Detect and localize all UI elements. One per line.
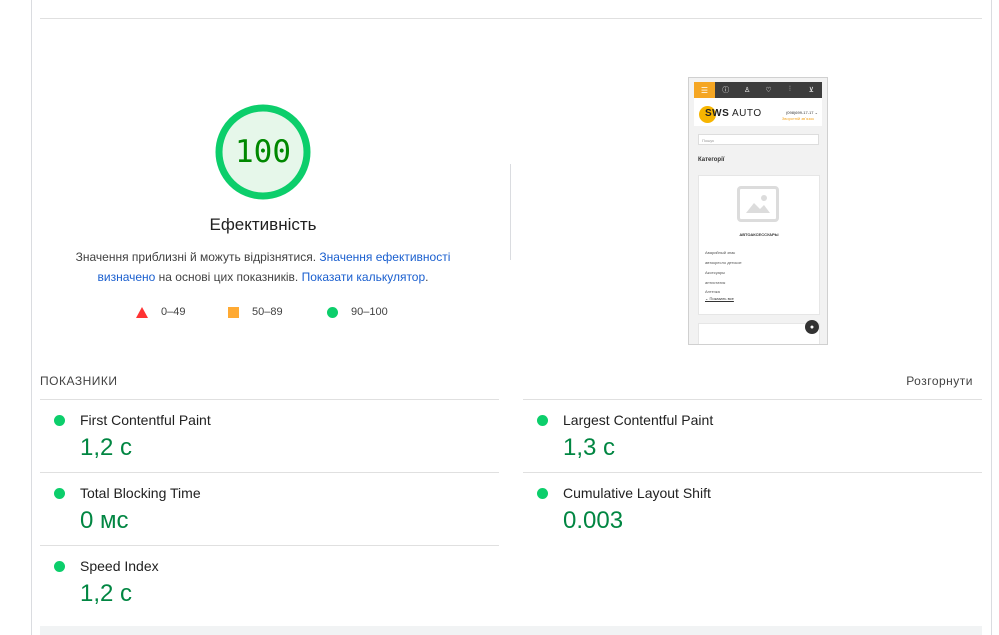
metric-name: Speed Index — [80, 558, 159, 574]
metric-name: Total Blocking Time — [80, 485, 201, 501]
thumb-logo: SWS AUTO — [705, 108, 762, 119]
thumb-phone: (098)699-17-17 ⌄ — [785, 110, 818, 115]
calculator-link[interactable]: Показати калькулятор — [302, 270, 426, 284]
expand-metrics-button[interactable]: Розгорнути — [906, 374, 973, 388]
thumb-category-card: АВТОАКСЕССУАРЫ Аварийный знак автокресло… — [698, 175, 820, 315]
thumb-item: Аварийный знак — [705, 250, 736, 255]
legend-item-pass: 90–100 — [327, 306, 388, 318]
cart-icon: ⊻ — [808, 87, 814, 94]
vertical-divider — [510, 164, 511, 260]
thumb-item: Аксесуары — [705, 270, 725, 275]
metric-value: 1,2 с — [80, 434, 133, 461]
metric-value: 0.003 — [563, 507, 624, 534]
metric-name: Largest Contentful Paint — [563, 412, 714, 428]
info-icon: ⓘ — [722, 87, 730, 94]
bottom-bar — [40, 626, 982, 635]
legend-range: 0–49 — [161, 306, 186, 318]
thumb-header: SWS AUTO (098)699-17-17 ⌄ Зворотній звʼя… — [694, 98, 822, 126]
metric-cumulative-layout-shift: Cumulative Layout Shift 0.003 — [523, 472, 982, 546]
heart-icon: ♡ — [765, 87, 772, 94]
top-divider — [40, 18, 982, 19]
legend-item-fail: 0–49 — [136, 306, 185, 318]
description-text: Значення приблизні й можуть відрізнятися… — [75, 250, 320, 264]
thumb-item: автокресло детское — [705, 260, 742, 265]
page-screenshot-thumbnail[interactable]: ☰ ⓘ ♙ ♡ ⫶ ⊻ SWS AUTO (098)699-17-17 ⌄ Зв… — [688, 77, 828, 345]
chat-icon: ● — [805, 320, 819, 334]
legend-range: 50–89 — [252, 306, 283, 318]
description-text-end: . — [425, 270, 429, 284]
metrics-section-title: ПОКАЗНИКИ — [40, 374, 118, 388]
performance-score-value: 100 — [235, 134, 291, 170]
square-icon — [228, 306, 239, 318]
triangle-icon — [136, 306, 148, 318]
thumb-search: Пошук — [698, 134, 819, 145]
metric-largest-contentful-paint: Largest Contentful Paint 1,3 с — [523, 399, 982, 473]
pass-circle-icon — [537, 488, 548, 499]
performance-title: Ефективність — [209, 215, 317, 234]
compare-icon: ⫶ — [789, 86, 791, 93]
thumb-next-card — [698, 323, 820, 344]
pass-circle-icon — [54, 488, 65, 499]
thumb-more-link: ⌄ Показать все — [705, 296, 734, 301]
image-placeholder-icon — [737, 186, 779, 222]
metric-value: 1,3 с — [563, 434, 616, 461]
metric-value: 1,2 с — [80, 580, 133, 607]
menu-icon: ☰ — [694, 82, 715, 98]
legend-range: 90–100 — [351, 306, 388, 318]
description-text-mid: на основі цих показників. — [155, 270, 302, 284]
metric-name: Cumulative Layout Shift — [563, 485, 711, 501]
pass-circle-icon — [54, 415, 65, 426]
circle-icon — [327, 306, 338, 318]
thumb-categories-title: Категорії — [698, 157, 725, 163]
thumb-callback: Зворотній звʼязок — [781, 116, 814, 121]
performance-score-gauge: 100 — [215, 104, 311, 200]
thumb-item: Аптечка — [705, 289, 720, 294]
thumb-topbar: ☰ ⓘ ♙ ♡ ⫶ ⊻ — [694, 82, 822, 98]
metric-total-blocking-time: Total Blocking Time 0 мс — [40, 472, 499, 546]
pass-circle-icon — [537, 415, 548, 426]
legend-item-average: 50–89 — [228, 306, 283, 318]
performance-description: Значення приблизні й можуть відрізнятися… — [62, 247, 464, 287]
thumb-item: антистатик — [705, 280, 726, 285]
metric-name: First Contentful Paint — [80, 412, 211, 428]
thumb-card-title: АВТОАКСЕССУАРЫ — [739, 232, 779, 237]
user-icon: ♙ — [743, 87, 751, 94]
metric-speed-index: Speed Index 1,2 с — [40, 545, 499, 619]
pass-circle-icon — [54, 561, 65, 572]
metric-value: 0 мс — [80, 507, 129, 534]
metric-first-contentful-paint: First Contentful Paint 1,2 с — [40, 399, 499, 473]
